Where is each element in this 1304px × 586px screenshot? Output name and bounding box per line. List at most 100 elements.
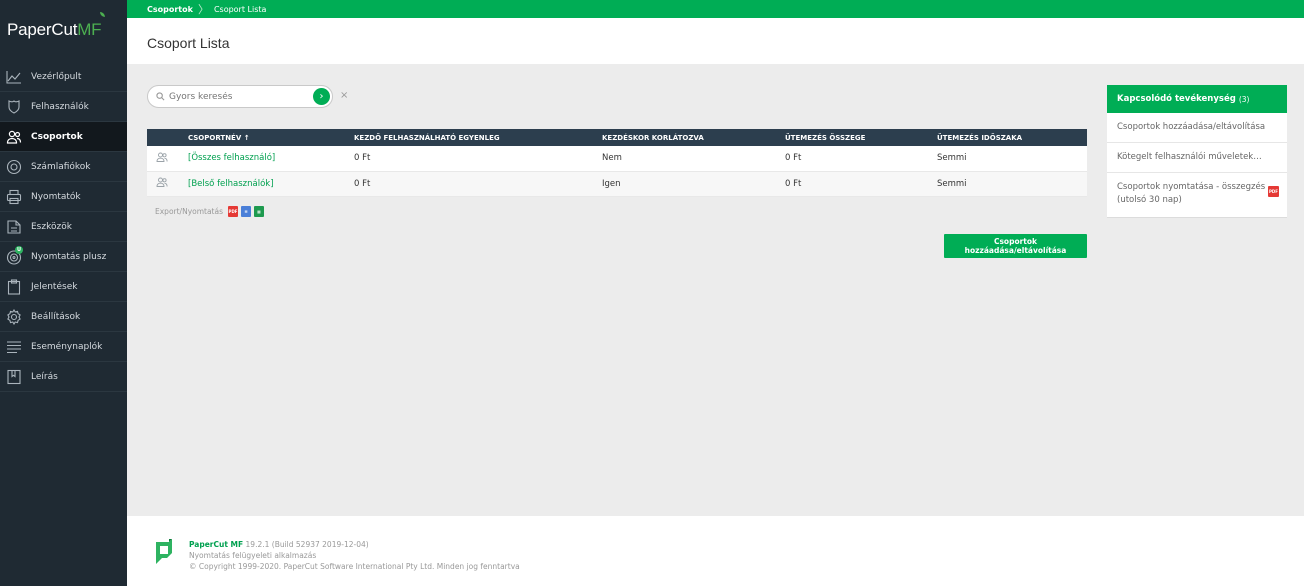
table-row: [Összes felhasználó] 0 Ft Nem 0 Ft Semmi <box>147 146 1087 171</box>
sidebar-item-label: Vezérlőpult <box>31 71 82 82</box>
sidebar-item-label: Eseménynaplók <box>31 341 103 352</box>
schedule-amount-cell: 0 Ft <box>785 153 802 164</box>
gear-icon <box>6 308 22 325</box>
header-schedule-period[interactable]: ÜTEMEZÉS IDŐSZAKA <box>937 129 1087 146</box>
footer-subtitle: Nyomtatás felügyeleti alkalmazás <box>189 551 317 560</box>
book-icon <box>6 369 22 385</box>
footer: PaperCut MF 19.2.1 (Build 52937 2019-12-… <box>127 516 1304 586</box>
clipboard-icon <box>6 278 22 295</box>
group-name-cell: [Belső felhasználók] <box>188 171 354 196</box>
footer-version: 19.2.1 (Build 52937 2019-12-04) <box>245 540 369 549</box>
initial-balance-cell: 0 Ft <box>354 178 371 189</box>
group-icon-cell <box>147 171 188 196</box>
search-icon <box>156 92 165 101</box>
header-label: CSOPORTNÉV <box>188 133 242 142</box>
restricted-cell: Nem <box>602 153 622 164</box>
search-input[interactable] <box>169 91 309 102</box>
breadcrumb-groups-link[interactable]: Csoportok <box>147 5 193 14</box>
group-link-internal-users[interactable]: [Belső felhasználók] <box>188 179 274 189</box>
group-icon <box>156 152 168 162</box>
groups-table: CSOPORTNÉV ↑ KEZDŐ FELHASZNÁLHATÓ EGYENL… <box>147 129 1087 197</box>
export-print-icon[interactable]: ≡ <box>241 206 252 217</box>
sidebar-nav: Vezérlőpult Felhasználók Csoportok Száml… <box>0 62 127 392</box>
sidebar-item-label: Nyomtatás plusz <box>31 251 107 262</box>
related-count: (3) <box>1238 94 1250 104</box>
pdf-icon: PDF <box>1268 186 1279 197</box>
header-initially-restricted[interactable]: KEZDÉSKOR KORLÁTOZVA <box>602 129 785 146</box>
related-activities-header: Kapcsolódó tevékenység (3) <box>1107 85 1287 113</box>
related-link-add-remove-groups[interactable]: Csoportok hozzáadása/eltávolítása <box>1107 113 1287 143</box>
sidebar-item-label: Eszközök <box>31 221 72 232</box>
users-icon <box>6 129 22 145</box>
related-link-label: Csoportok nyomtatása - összegzés (utolsó… <box>1117 182 1266 205</box>
sidebar: PaperCutMF Vezérlőpult Felhasználók Csop… <box>0 0 127 586</box>
quick-search: › <box>147 85 333 108</box>
papercut-logo[interactable]: PaperCutMF <box>0 0 127 62</box>
leaf-icon <box>100 12 106 17</box>
table-row: [Belső felhasználók] 0 Ft Igen 0 Ft Semm… <box>147 171 1087 196</box>
related-link-bulk-user-ops[interactable]: Kötegelt felhasználói műveletek… <box>1107 143 1287 173</box>
related-link-group-print-summary[interactable]: Csoportok nyomtatása - összegzés (utolsó… <box>1107 173 1287 217</box>
related-divider <box>1107 217 1287 218</box>
target-icon: U <box>6 245 23 265</box>
footer-text: PaperCut MF 19.2.1 (Build 52937 2019-12-… <box>189 539 520 572</box>
new-badge: U <box>15 245 23 254</box>
breadcrumb-current: Csoport Lista <box>213 4 267 14</box>
printer-icon <box>6 189 22 205</box>
schedule-period-cell: Semmi <box>937 153 967 164</box>
sort-arrow-up-icon: ↑ <box>243 133 250 142</box>
search-go-button[interactable]: › <box>313 88 330 105</box>
sidebar-item-devices[interactable]: Eszközök <box>0 212 127 242</box>
search-clear-icon[interactable]: × <box>340 90 348 101</box>
header-icon-col <box>147 129 188 146</box>
sidebar-item-label: Jelentések <box>31 281 78 292</box>
restricted-cell: Igen <box>602 178 621 189</box>
initial-balance-cell: 0 Ft <box>354 153 371 164</box>
footer-brand: PaperCut MF <box>189 540 244 549</box>
papercut-leaf-logo-icon <box>156 539 172 564</box>
header-initial-balance[interactable]: KEZDŐ FELHASZNÁLHATÓ EGYENLEG <box>354 129 602 146</box>
sidebar-item-users[interactable]: Felhasználók <box>0 92 127 122</box>
sidebar-item-dashboard[interactable]: Vezérlőpult <box>0 62 127 92</box>
logo-text: PaperCut <box>7 20 78 39</box>
sidebar-item-accounts[interactable]: Számlafiókok <box>0 152 127 182</box>
sidebar-item-label: Csoportok <box>31 131 83 142</box>
sidebar-item-printers[interactable]: Nyomtatók <box>0 182 127 212</box>
sidebar-item-help[interactable]: Leírás <box>0 362 127 392</box>
related-title: Kapcsolódó tevékenység <box>1117 94 1236 104</box>
group-icon-cell <box>147 146 188 171</box>
sidebar-item-label: Beállítások <box>31 311 81 322</box>
sidebar-item-settings[interactable]: Beállítások <box>0 302 127 332</box>
coin-icon <box>6 159 22 175</box>
list-icon <box>6 339 22 355</box>
export-bar: Export/Nyomtatás PDF ≡ ▦ <box>155 206 265 217</box>
shield-icon <box>6 99 22 115</box>
breadcrumb-separator-icon: 〉 <box>197 3 209 16</box>
sidebar-item-label: Nyomtatók <box>31 191 81 202</box>
sidebar-item-print-plus[interactable]: U Nyomtatás plusz <box>0 242 127 272</box>
group-icon <box>156 177 168 187</box>
sidebar-item-label: Leírás <box>31 371 58 382</box>
add-remove-groups-button[interactable]: Csoportok hozzáadása/eltávolítása <box>944 234 1087 258</box>
export-pdf-icon[interactable]: PDF <box>228 206 239 217</box>
sidebar-item-label: Felhasználók <box>31 101 89 112</box>
export-label: Export/Nyomtatás <box>155 207 224 216</box>
header-schedule-amount[interactable]: ÜTEMEZÉS ÖSSZEGE <box>785 129 937 146</box>
schedule-period-cell: Semmi <box>937 178 967 189</box>
breadcrumb: Csoportok 〉 Csoport Lista <box>127 0 1304 18</box>
related-activities-panel: Kapcsolódó tevékenység (3) Csoportok hoz… <box>1107 85 1287 218</box>
sidebar-item-event-logs[interactable]: Eseménynaplók <box>0 332 127 362</box>
footer-copyright: © Copyright 1999-2020. PaperCut Software… <box>189 562 520 571</box>
group-link-all-users[interactable]: [Összes felhasználó] <box>188 153 275 163</box>
chart-line-icon <box>6 69 22 85</box>
group-name-cell: [Összes felhasználó] <box>188 146 354 171</box>
sidebar-item-reports[interactable]: Jelentések <box>0 272 127 302</box>
sidebar-item-label: Számlafiókok <box>31 161 91 172</box>
table-header-row: CSOPORTNÉV ↑ KEZDŐ FELHASZNÁLHATÓ EGYENL… <box>147 129 1087 146</box>
schedule-amount-cell: 0 Ft <box>785 178 802 189</box>
header-group-name[interactable]: CSOPORTNÉV ↑ <box>188 129 354 146</box>
export-spreadsheet-icon[interactable]: ▦ <box>254 206 265 217</box>
sidebar-item-groups[interactable]: Csoportok <box>0 122 127 152</box>
logo-suffix: MF <box>77 20 102 39</box>
page-title: Csoport Lista <box>127 18 1304 64</box>
